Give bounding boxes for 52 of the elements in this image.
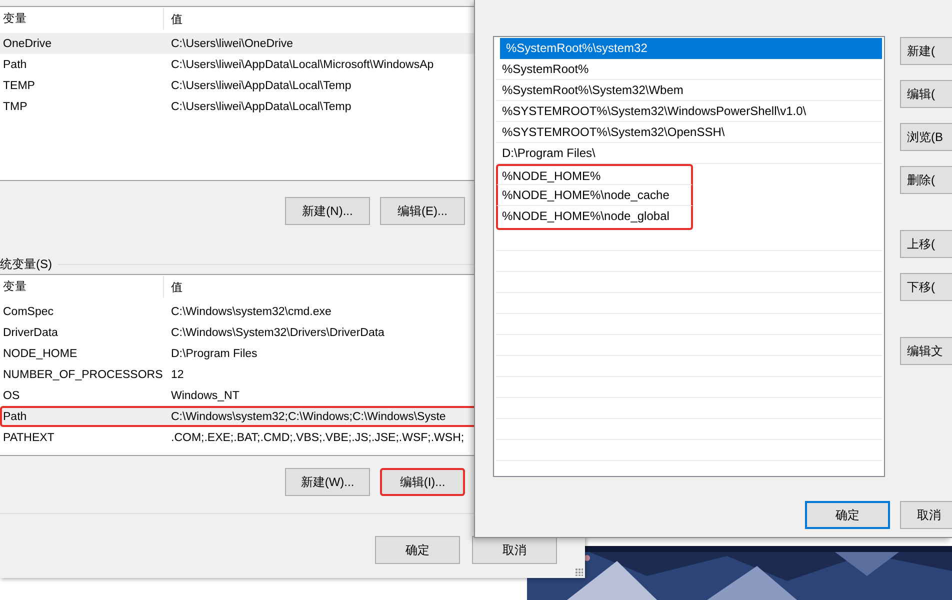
table-cell-text: DriverData xyxy=(2,326,59,338)
table-cell-text: TMP xyxy=(2,100,28,112)
list-item[interactable]: %NODE_HOME% xyxy=(496,164,693,185)
button[interactable]: 确定 xyxy=(375,536,460,564)
button[interactable]: 浏览(B xyxy=(900,123,952,151)
button[interactable]: 下移( xyxy=(900,273,952,301)
resize-grip-icon[interactable] xyxy=(575,568,583,576)
list-item[interactable]: %SYSTEMROOT%\System32\OpenSSH\ xyxy=(496,122,882,143)
list-item[interactable]: %SystemRoot% xyxy=(496,59,882,80)
list-item[interactable]: %SYSTEMROOT%\System32\WindowsPowerShell\v1.0\ xyxy=(496,101,882,122)
table-cell-text: .COM;.EXE;.BAT;.CMD;.VBS;.VBE;.JS;.JSE;.WSF;.WSH; xyxy=(170,432,464,444)
table-cell-text: PATHEXT xyxy=(2,432,56,444)
column-header[interactable]: 值 xyxy=(164,280,183,294)
list-item[interactable]: %SystemRoot%\system32 xyxy=(500,38,882,59)
table-cell-text: 12 xyxy=(170,368,184,380)
list-item[interactable]: %NODE_HOME%\node_global xyxy=(496,206,693,230)
section-label: 统变量(S) xyxy=(0,256,53,272)
button[interactable]: 新建(W)... xyxy=(285,468,370,496)
button[interactable]: 编辑(E)... xyxy=(380,197,465,225)
table-cell-text: C:\Windows\system32\cmd.exe xyxy=(170,306,332,318)
column-header[interactable]: 值 xyxy=(164,12,183,26)
table-cell-text: TEMP xyxy=(2,80,36,92)
column-header[interactable]: 变量 xyxy=(0,8,164,30)
button[interactable]: 编辑文 xyxy=(900,337,952,365)
button[interactable]: 新建( xyxy=(900,37,952,65)
button[interactable]: 编辑(I)... xyxy=(380,468,465,496)
button[interactable]: 上移( xyxy=(900,230,952,258)
button[interactable]: 取消 xyxy=(900,501,952,529)
table-cell-text: Path xyxy=(2,410,28,422)
button[interactable]: 取消 xyxy=(472,536,557,564)
table-cell-text: OS xyxy=(2,390,21,402)
table-cell-text: C:\Users\liwei\AppData\Local\Temp xyxy=(170,80,352,92)
list-item[interactable]: D:\Program Files\ xyxy=(496,143,882,164)
table-cell-text: OneDrive xyxy=(2,38,53,50)
button[interactable]: 删除( xyxy=(900,166,952,194)
table-cell-text: C:\Users\liwei\AppData\Local\Temp xyxy=(170,100,352,112)
table-cell-text: ComSpec xyxy=(2,306,54,318)
button[interactable]: 编辑( xyxy=(900,80,952,108)
table-cell-text: NUMBER_OF_PROCESSORS xyxy=(2,368,164,380)
table-cell-text: C:\Users\liwei\OneDrive xyxy=(170,38,294,50)
table-cell-text: C:\Users\liwei\AppData\Local\Microsoft\WindowsAp xyxy=(170,58,434,70)
table-cell-text: Windows_NT xyxy=(170,390,240,402)
table-cell-text: C:\Windows\System32\Drivers\DriverData xyxy=(170,326,384,338)
button[interactable]: 确定 xyxy=(805,501,890,529)
list-item[interactable]: %SystemRoot%\System32\Wbem xyxy=(496,80,882,101)
table-cell-text: D:\Program Files xyxy=(170,348,258,360)
table-cell-text: Path xyxy=(2,58,28,70)
column-header[interactable]: 变量 xyxy=(0,276,164,298)
list-item[interactable]: %NODE_HOME%\node_cache xyxy=(496,185,693,206)
table-cell-text: NODE_HOME xyxy=(2,348,78,360)
table-cell-text: C:\Windows\system32;C:\Windows;C:\Windows\Syste xyxy=(170,410,446,422)
button[interactable]: 新建(N)... xyxy=(285,197,370,225)
